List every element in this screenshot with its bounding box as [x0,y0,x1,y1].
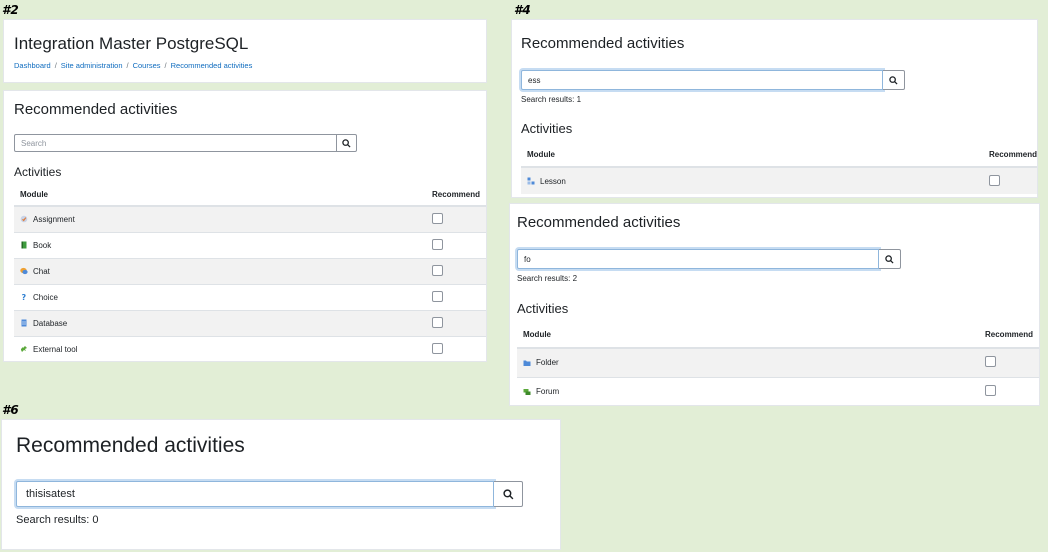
activities-heading: Activities [521,121,573,136]
search-input[interactable] [517,249,879,269]
module-name-assignment: Assignment [33,214,75,224]
table-row: External tool [14,335,486,361]
search-icon [502,488,513,499]
module-name-lesson: Lesson [540,176,566,186]
search-results-count: Search results: 0 [16,514,99,526]
search-input[interactable] [521,70,883,90]
column-recommend: Recommend [979,322,1039,349]
search-results-count: Search results: 1 [521,95,582,104]
module-name-external-tool: External tool [33,344,78,354]
column-recommend: Recommend [983,143,1037,168]
chat-icon [20,267,28,275]
search-input[interactable] [16,481,494,507]
page-title: Recommended activities [517,214,681,231]
activities-table: Module Recommend Lesson [521,143,1037,194]
recommend-checkbox-external-tool[interactable] [432,342,443,354]
site-header-panel: Integration Master PostgreSQL Dashboard /… [3,19,487,83]
activities-table: Module Recommend Assignment Book Chat ? C… [14,184,486,361]
breadcrumb-dashboard[interactable]: Dashboard [14,61,51,70]
site-title: Integration Master PostgreSQL [14,34,249,53]
page-title: Recommended activities [14,101,178,118]
activities-table: Module Recommend Folder Forum [517,322,1039,405]
search-icon [885,254,894,264]
recommend-checkbox-folder[interactable] [985,356,996,368]
svg-text:?: ? [22,293,27,301]
module-name-book: Book [33,240,52,250]
breadcrumb: Dashboard / Site administration / Courses / Re… [14,61,253,70]
search-button[interactable] [883,70,905,90]
table-row: Chat [14,257,486,284]
choice-icon: ? [22,293,27,301]
screenshot-label-4: #4 [514,3,531,17]
database-icon [21,319,27,327]
recommended-activities-panel-6: Recommended activities Search results: 0 [1,419,561,550]
module-name-folder: Folder [536,358,559,368]
search-icon [889,75,898,85]
column-module: Module [521,143,983,168]
page-title: Recommended activities [16,434,245,457]
breadcrumb-recommended-activities[interactable]: Recommended activities [171,61,253,70]
recommend-checkbox-assignment[interactable] [432,212,443,224]
recommend-checkbox-database[interactable] [432,316,443,328]
module-name-database: Database [33,318,68,328]
recommend-checkbox-choice[interactable] [432,290,443,302]
search-icon [342,138,351,148]
folder-icon [523,360,531,366]
table-row: Folder [517,347,1039,377]
activities-heading: Activities [14,165,62,179]
screenshot-label-6: #6 [2,403,19,417]
table-row: Forum [517,376,1039,405]
recommended-activities-panel-2: Recommended activities Activities Module… [3,90,487,362]
column-module: Module [517,322,979,349]
recommended-activities-panel-4a: Recommended activities Search results: 1… [511,19,1038,198]
lesson-icon [527,177,535,185]
recommend-checkbox-book[interactable] [432,238,443,250]
forum-icon [523,388,531,395]
recommend-checkbox-chat[interactable] [432,264,443,276]
table-row: Book [14,231,486,258]
search-button[interactable] [494,481,523,507]
table-row: Lesson [521,166,1037,194]
table-row: Database [14,309,486,336]
recommend-checkbox-forum[interactable] [985,385,996,397]
search-input[interactable] [14,134,337,152]
recommended-activities-panel-4b: Recommended activities Search results: 2… [509,203,1040,406]
search-button[interactable] [337,134,357,152]
external-tool-icon [21,346,27,353]
module-name-chat: Chat [33,266,50,276]
screenshot-label-2: #2 [2,3,19,17]
table-row: Assignment [14,205,486,232]
book-icon [21,241,27,249]
column-recommend: Recommend [426,184,486,207]
search-results-count: Search results: 2 [517,274,578,283]
assignment-icon [20,215,28,223]
column-module: Module [14,184,426,207]
recommend-checkbox-lesson[interactable] [989,174,1000,186]
module-name-choice: Choice [33,292,58,302]
module-name-forum: Forum [536,387,560,397]
breadcrumb-site-administration[interactable]: Site administration [61,61,123,70]
table-row: ? Choice [14,283,486,310]
breadcrumb-courses[interactable]: Courses [133,61,161,70]
page-title: Recommended activities [521,35,685,52]
search-button[interactable] [879,249,901,269]
activities-heading: Activities [517,301,569,316]
